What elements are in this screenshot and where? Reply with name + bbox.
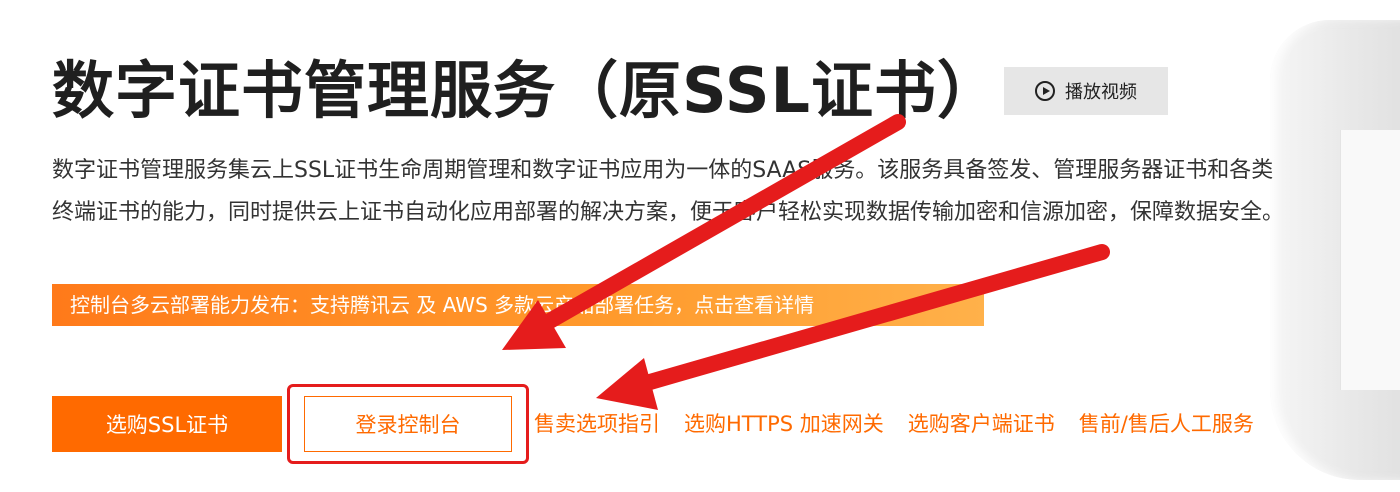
announcement-banner[interactable]: 控制台多云部署能力发布：支持腾讯云 及 AWS 多款云产品部署任务，点击查看详情 [52, 284, 984, 326]
login-console-button[interactable]: 登录控制台 [304, 396, 512, 452]
play-video-button[interactable]: 播放视频 [1004, 67, 1168, 115]
play-video-label: 播放视频 [1065, 82, 1137, 103]
annotation-arrow-lower [596, 244, 1110, 410]
human-service-link[interactable]: 售前/售后人工服务 [1079, 406, 1254, 442]
sales-option-guide-link[interactable]: 售卖选项指引 [534, 406, 660, 442]
illustration-block [1340, 130, 1400, 390]
play-circle-icon [1035, 81, 1055, 101]
quick-links: 售卖选项指引 选购HTTPS 加速网关 选购客户端证书 售前/售后人工服务 [534, 406, 1254, 442]
page-title: 数字证书管理服务（原SSL证书） [52, 54, 1001, 127]
client-certificate-link[interactable]: 选购客户端证书 [908, 406, 1055, 442]
product-illustration [1270, 20, 1400, 480]
product-description: 数字证书管理服务集云上SSL证书生命周期管理和数字证书应用为一体的SAAS服务。… [52, 158, 1285, 225]
https-gateway-link[interactable]: 选购HTTPS 加速网关 [684, 406, 884, 442]
buy-ssl-certificate-button[interactable]: 选购SSL证书 [52, 396, 282, 452]
